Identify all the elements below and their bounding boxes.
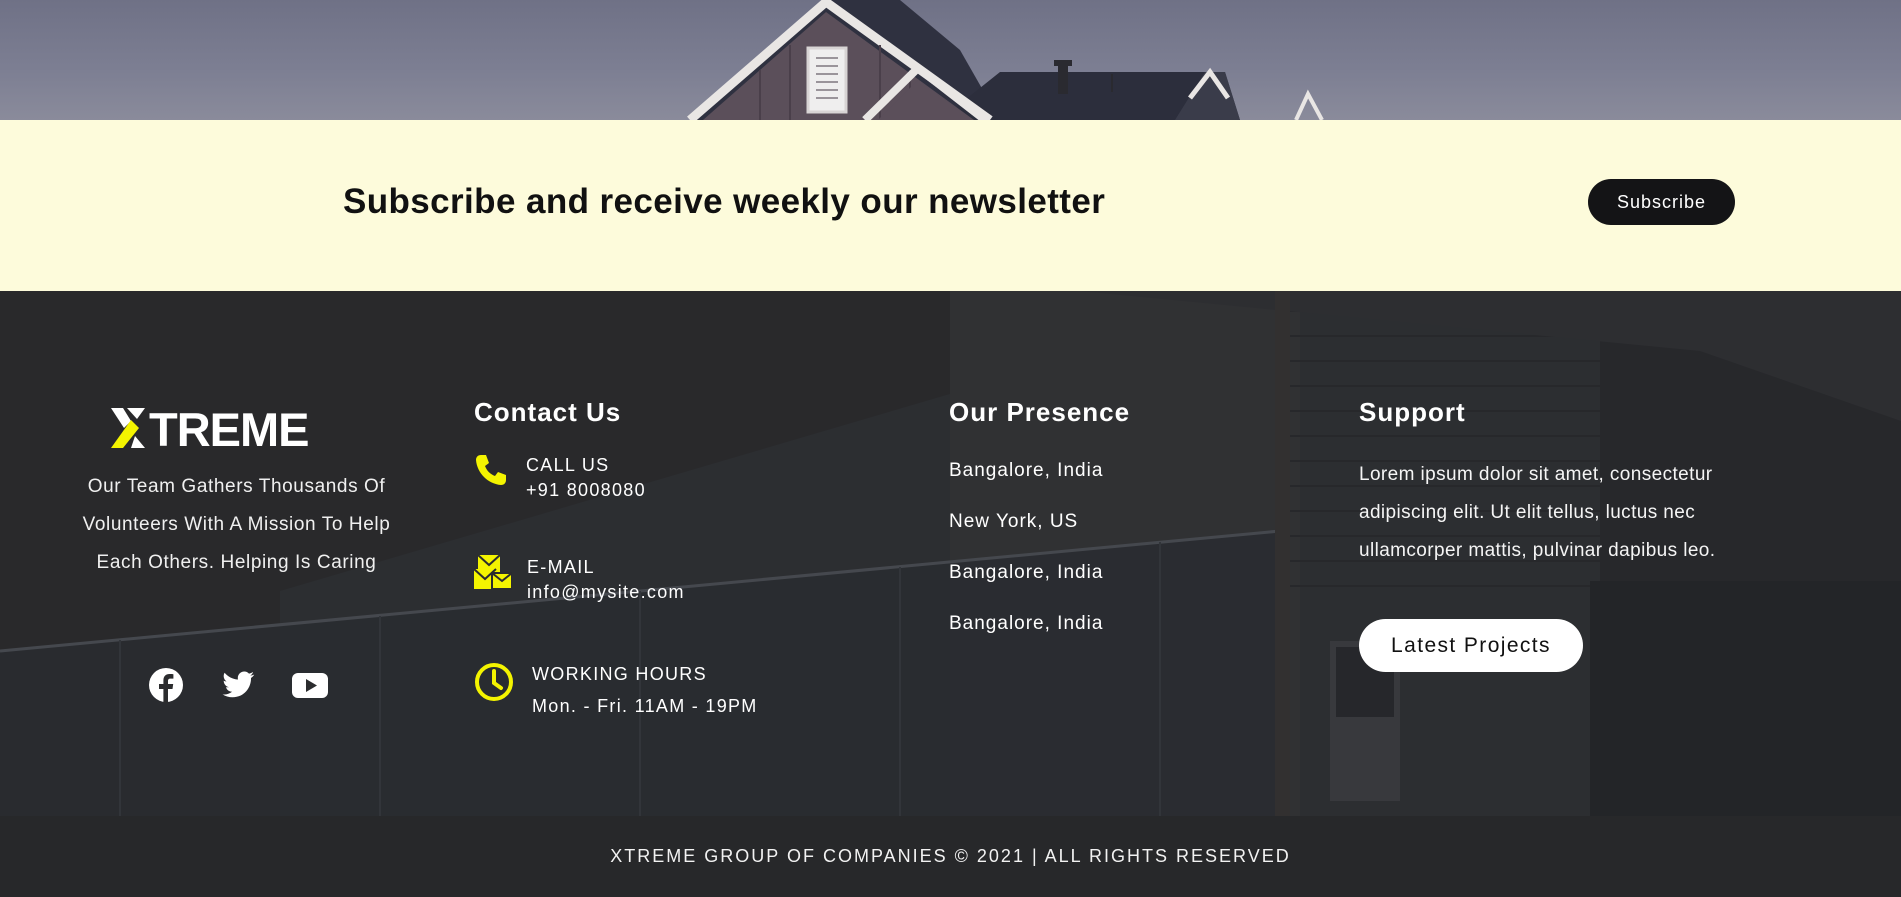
presence-column: Our Presence Bangalore, India New York, …	[949, 397, 1249, 663]
working-hours: Mon. - Fri. 11AM - 19PM	[532, 696, 758, 716]
contact-label: WORKING HOURS	[532, 664, 707, 684]
social-links	[148, 667, 328, 707]
copyright-bar: XTREME GROUP OF COMPANIES © 2021 | ALL R…	[0, 816, 1901, 897]
contact-item-email: E-MAIL info@mysite.com	[474, 555, 874, 611]
contact-heading: Contact Us	[474, 397, 622, 427]
subscribe-button[interactable]: Subscribe	[1588, 179, 1735, 225]
contact-label: CALL US	[526, 455, 610, 475]
mail-icon	[474, 555, 512, 590]
support-text: Lorem ipsum dolor sit amet, consectetur …	[1359, 464, 1716, 561]
contact-label: E-MAIL	[527, 557, 595, 577]
tagline-line: Each Others. Helping Is Caring	[96, 552, 377, 573]
location-item: Bangalore, India	[949, 562, 1104, 583]
location-item: Bangalore, India	[949, 460, 1104, 481]
brand-tagline: Our Team Gathers Thousands Of Volunteers…	[75, 468, 398, 582]
newsletter-section: Subscribe and receive weekly our newslet…	[0, 120, 1901, 291]
contact-item-call: CALL US +91 8008080	[474, 453, 874, 509]
clock-icon	[475, 663, 513, 701]
newsletter-title: Subscribe and receive weekly our newslet…	[343, 182, 1106, 221]
location-list: Bangalore, India New York, US Bangalore,…	[949, 459, 1249, 663]
support-column: Support Lorem ipsum dolor sit amet, cons…	[1359, 397, 1799, 570]
presence-heading: Our Presence	[949, 397, 1131, 427]
copyright-text: XTREME GROUP OF COMPANIES © 2021 | ALL R…	[610, 846, 1291, 866]
email-address[interactable]: info@mysite.com	[527, 582, 685, 603]
youtube-icon[interactable]	[292, 667, 328, 703]
contact-item-hours: WORKING HOURS Mon. - Fri. 11AM - 19PM	[474, 662, 894, 722]
support-heading: Support	[1359, 397, 1466, 427]
phone-icon	[476, 455, 506, 485]
footer-main: TREME Our Team Gathers Thousands Of Volu…	[0, 291, 1901, 816]
brand-column: TREME Our Team Gathers Thousands Of Volu…	[75, 406, 398, 582]
contact-column: Contact Us CALL US +91 8008080 E-MAIL in…	[474, 397, 894, 716]
house-roof-illustration	[687, 0, 1324, 120]
hero-image-strip	[0, 0, 1901, 120]
location-item: Bangalore, India	[949, 613, 1104, 634]
tagline-line: Our Team Gathers Thousands Of	[87, 476, 386, 497]
twitter-icon[interactable]	[220, 667, 256, 703]
latest-projects-button[interactable]: Latest Projects	[1359, 619, 1583, 672]
facebook-icon[interactable]	[148, 667, 184, 703]
phone-number[interactable]: +91 8008080	[526, 480, 646, 501]
location-item: New York, US	[949, 511, 1079, 532]
tagline-line: Volunteers With A Mission To Help	[82, 514, 391, 535]
xtreme-logo[interactable]: TREME	[109, 406, 365, 450]
svg-text:TREME: TREME	[149, 406, 309, 450]
